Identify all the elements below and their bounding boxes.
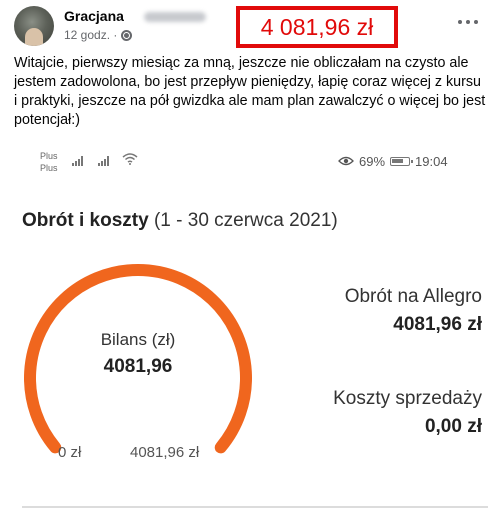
globe-icon — [121, 29, 133, 41]
post-meta: 12 godz. · — [64, 28, 133, 42]
costs-value: 0,00 zł — [424, 416, 482, 437]
report-title: Obrót i koszty (1 - 30 czerwca 2021) — [22, 210, 338, 232]
gauge-min-label: 0 zł — [58, 444, 82, 461]
signal-icon — [72, 156, 88, 166]
author-surname-blurred — [144, 12, 206, 22]
wifi-icon — [122, 153, 138, 168]
carrier-line-2: Plus — [40, 163, 58, 173]
phone-time: 19:04 — [415, 154, 448, 169]
turnover-label: Obrót na Allegro — [344, 286, 482, 307]
gauge-max-label: 4081,96 zł — [130, 444, 200, 461]
carrier-line-1: Plus — [40, 151, 58, 161]
embedded-screenshot: Plus Plus 69% 19:04 Obrót i koszty (1 - … — [0, 140, 500, 519]
avatar[interactable] — [14, 6, 54, 46]
balance-label: Bilans (zł) — [100, 330, 176, 349]
battery-percent: 69% — [359, 154, 386, 169]
turnover-value: 4081,96 zł — [393, 314, 482, 335]
highlight-amount-box: 4 081,96 zł — [236, 6, 398, 48]
report-date-range: (1 - 30 czerwca 2021) — [153, 210, 338, 231]
post-text: Witajcie, pierwszy miesiąc za mną, jeszc… — [14, 55, 486, 128]
more-options-icon[interactable] — [454, 12, 482, 32]
battery-icon — [390, 157, 414, 166]
signal-icon — [98, 156, 114, 166]
divider — [22, 506, 488, 508]
phone-status-right: 69% 19:04 — [338, 154, 448, 169]
report-title-text: Obrót i koszty — [22, 210, 149, 231]
balance-value: 4081,96 — [103, 356, 173, 377]
post-time[interactable]: 12 godz. · — [64, 28, 117, 42]
eye-icon — [338, 154, 354, 169]
carrier-info: Plus Plus — [40, 150, 58, 174]
costs-label: Koszty sprzedaży — [333, 388, 482, 409]
author-name[interactable]: Gracjana — [64, 8, 124, 24]
highlight-amount: 4 081,96 zł — [260, 13, 374, 40]
